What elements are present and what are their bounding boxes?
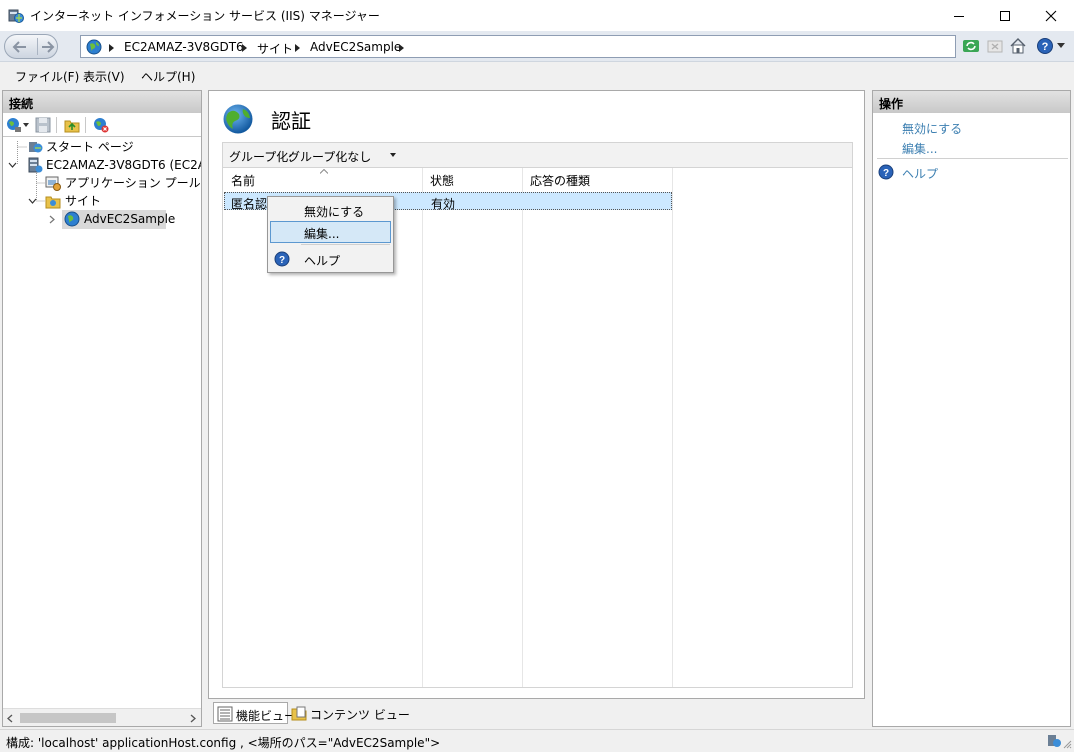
connections-toolbar	[3, 113, 201, 137]
svg-text:?: ?	[279, 255, 285, 266]
title-bar: インターネット インフォメーション サービス (IIS) マネージャー	[0, 0, 1074, 31]
context-menu: 無効にする 編集... ? ヘルプ	[267, 196, 394, 273]
breadcrumb-sites[interactable]: サイト	[257, 40, 293, 57]
content-view-icon	[291, 706, 307, 721]
close-icon	[1045, 10, 1057, 21]
context-disable-label: 無効にする	[304, 205, 365, 219]
menu-help[interactable]: ヘルプ(H)	[141, 68, 195, 85]
context-help[interactable]: ? ヘルプ	[270, 248, 391, 270]
tree-app-pools[interactable]: アプリケーション プール	[65, 174, 201, 192]
expand-chevron-icon[interactable]	[28, 198, 37, 204]
context-help-label: ヘルプ	[304, 254, 341, 268]
page-title: 認証	[271, 109, 311, 133]
disconnect-icon[interactable]	[93, 117, 109, 133]
row-status: 有効	[431, 197, 456, 211]
resize-grip-icon[interactable]	[1062, 739, 1072, 749]
sites-folder-icon	[45, 196, 61, 209]
context-edit[interactable]: 編集...	[270, 221, 391, 243]
groupby-value: グループ化なし	[288, 150, 372, 164]
groupby-bar: グループ化: グループ化なし	[222, 142, 853, 168]
feature-pane: 認証 グループ化: グループ化なし 名前 状態 応答の種類 匿名認証 有効	[208, 90, 865, 699]
tree-start-page[interactable]: スタート ページ	[46, 138, 134, 156]
breadcrumb-server[interactable]: EC2AMAZ-3V8GDT6	[124, 40, 244, 54]
groupby-label: グループ化:	[229, 150, 293, 164]
features-view-icon	[217, 706, 233, 722]
expand-chevron-icon[interactable]	[8, 162, 17, 168]
home-icon[interactable]	[1009, 37, 1027, 55]
horizontal-scrollbar[interactable]	[3, 708, 201, 726]
help-icon: ?	[274, 251, 290, 267]
authentication-globe-icon	[223, 104, 253, 134]
tree-site-advec2sample[interactable]: AdvEC2Sample	[84, 210, 175, 228]
actions-header: 操作	[873, 91, 1070, 113]
up-folder-icon[interactable]	[64, 117, 80, 133]
site-globe-icon	[64, 211, 80, 227]
chevron-down-icon	[390, 153, 396, 157]
iis-manager-icon	[8, 9, 24, 23]
minimize-icon	[954, 15, 964, 17]
connections-pane: 接続 スタート ページ EC2AMAZ-3V8GDT6 (EC2 アプリケーショ…	[2, 90, 202, 727]
server-icon	[28, 157, 43, 173]
context-disable[interactable]: 無効にする	[270, 199, 391, 221]
context-edit-label: 編集...	[304, 227, 340, 241]
forward-arrow-icon[interactable]	[41, 39, 55, 55]
column-header-status[interactable]: 状態	[430, 172, 454, 189]
scroll-left-icon[interactable]	[7, 714, 13, 723]
start-page-icon	[29, 142, 43, 153]
window-title: インターネット インフォメーション サービス (IIS) マネージャー	[30, 9, 380, 23]
breadcrumb-site[interactable]: AdvEC2Sample	[310, 40, 401, 54]
minimize-button[interactable]	[936, 0, 982, 31]
back-arrow-icon[interactable]	[11, 39, 29, 55]
actions-pane: 操作 無効にする 編集... ? ヘルプ	[872, 90, 1071, 727]
save-icon[interactable]	[35, 117, 51, 133]
column-header-response[interactable]: 応答の種類	[530, 172, 590, 189]
connect-dropdown-icon[interactable]	[23, 123, 29, 127]
groupby-select[interactable]: グループ化なし	[285, 146, 401, 165]
menu-file[interactable]: ファイル(F)	[15, 68, 79, 85]
close-button[interactable]	[1028, 0, 1074, 31]
action-disable[interactable]: 無効にする	[902, 120, 962, 137]
server-status-icon	[1048, 735, 1061, 747]
nav-buttons	[4, 34, 58, 59]
help-dropdown-icon[interactable]	[1057, 43, 1065, 49]
tab-content-view[interactable]: コンテンツ ビュー	[290, 702, 410, 724]
refresh-icon[interactable]	[962, 37, 980, 55]
column-header-name[interactable]: 名前	[231, 172, 255, 189]
help-icon[interactable]: ?	[1036, 37, 1054, 55]
app-pool-icon	[45, 176, 61, 191]
menu-view[interactable]: 表示(V)	[83, 68, 125, 85]
help-icon: ?	[878, 164, 894, 180]
sort-ascending-icon	[320, 169, 328, 174]
status-text: 構成: 'localhost' applicationHost.config ,…	[6, 736, 441, 750]
tab-features-label: 機能ビュー	[236, 709, 297, 723]
globe-icon	[86, 39, 102, 55]
tree-server[interactable]: EC2AMAZ-3V8GDT6 (EC2AMAZ-3V8GDT6\Adminis…	[46, 156, 201, 174]
menu-bar: ファイル(F) 表示(V) ヘルプ(H)	[0, 63, 1074, 87]
svg-text:?: ?	[1042, 41, 1049, 53]
view-tabs: 機能ビュー コンテンツ ビュー	[208, 700, 410, 726]
connections-header: 接続	[3, 91, 201, 113]
stop-icon[interactable]	[986, 37, 1004, 55]
scroll-thumb[interactable]	[20, 713, 116, 723]
collapse-chevron-icon[interactable]	[49, 215, 55, 224]
address-breadcrumb[interactable]: EC2AMAZ-3V8GDT6 サイト AdvEC2Sample	[80, 35, 956, 58]
tab-features-view[interactable]: 機能ビュー	[213, 702, 296, 724]
status-bar: 構成: 'localhost' applicationHost.config ,…	[0, 729, 1074, 752]
svg-text:?: ?	[883, 168, 889, 179]
tree-sites[interactable]: サイト	[65, 192, 101, 210]
action-edit[interactable]: 編集...	[902, 140, 937, 157]
action-help[interactable]: ヘルプ	[902, 165, 938, 182]
scroll-right-icon[interactable]	[190, 714, 196, 723]
connect-globe-icon[interactable]	[6, 117, 22, 133]
maximize-button[interactable]	[982, 0, 1028, 31]
maximize-icon	[1000, 10, 1010, 21]
tab-content-label: コンテンツ ビュー	[310, 708, 410, 722]
